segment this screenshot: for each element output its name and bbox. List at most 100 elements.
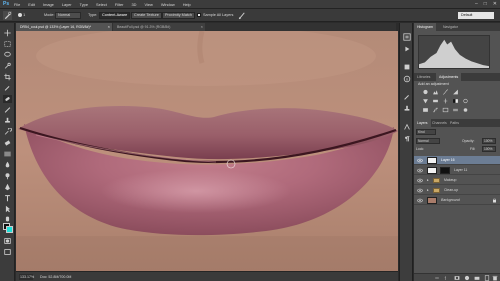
tab-adjustments[interactable]: Adjustments	[436, 73, 462, 81]
history-panel-icon[interactable]	[403, 33, 411, 41]
layer-group-makeup[interactable]: ▸ Makeup	[414, 176, 500, 185]
close-window-button[interactable]: ✕	[493, 1, 497, 8]
eraser-tool[interactable]	[3, 139, 12, 147]
adjustment-layer-icon[interactable]	[464, 275, 470, 281]
new-layer-icon[interactable]	[484, 275, 490, 281]
sample-all-layers-option[interactable]: Sample All Layers	[197, 12, 233, 19]
brush-panel-icon[interactable]	[403, 93, 411, 101]
menu-item-edit[interactable]: Edit	[28, 2, 35, 7]
layer-row-background[interactable]: Background	[414, 196, 500, 205]
zoom-level-field[interactable]: 133.17%	[19, 274, 34, 280]
sample-all-layers-checkbox[interactable]	[197, 13, 201, 17]
tab-libraries[interactable]: Libraries	[414, 73, 433, 81]
tab-document-inactive[interactable]: BeautiFull.psd @ 91.3% (RGB/8#) ×	[113, 23, 205, 31]
levels-icon[interactable]	[432, 89, 439, 95]
document-canvas[interactable]	[16, 31, 398, 271]
background-color-swatch[interactable]	[6, 226, 13, 233]
tab-histogram[interactable]: Histogram	[414, 23, 436, 31]
tab-navigator[interactable]: Navigator	[440, 23, 461, 31]
clone-source-panel-icon[interactable]	[403, 105, 411, 113]
menu-item-image[interactable]: Image	[43, 2, 54, 7]
eye-icon[interactable]	[417, 168, 423, 173]
menu-item-filter[interactable]: Filter	[115, 2, 124, 7]
move-tool[interactable]	[3, 29, 12, 37]
posterize-icon[interactable]	[432, 107, 439, 113]
brush-preset-picker[interactable]: 1	[18, 12, 25, 19]
fill-field[interactable]: 100%	[482, 146, 496, 152]
workspace-dropdown[interactable]: Default	[458, 12, 494, 19]
content-aware-button[interactable]: Content-Aware	[99, 12, 131, 19]
maximize-button[interactable]: □	[484, 1, 487, 8]
invert-icon[interactable]	[422, 107, 429, 113]
menu-item-window[interactable]: Window	[161, 2, 175, 7]
spot-healing-tool[interactable]	[3, 95, 12, 103]
eye-icon[interactable]	[417, 178, 423, 183]
threshold-icon[interactable]	[442, 107, 449, 113]
eye-icon[interactable]	[417, 158, 423, 163]
vibrance-icon[interactable]	[422, 98, 429, 104]
eye-icon[interactable]	[417, 198, 423, 203]
marquee-tool[interactable]	[3, 40, 12, 48]
screen-mode-tool[interactable]	[3, 248, 12, 256]
blend-mode-dropdown[interactable]: Normal	[416, 138, 440, 144]
spot-healing-brush-icon[interactable]	[3, 11, 12, 20]
type-tool[interactable]	[3, 194, 12, 202]
character-panel-icon[interactable]	[403, 123, 411, 131]
path-select-tool[interactable]	[3, 205, 12, 213]
link-layers-icon[interactable]	[434, 275, 440, 281]
brightness-contrast-icon[interactable]	[422, 89, 429, 95]
layer-style-icon[interactable]: f	[444, 275, 450, 281]
quick-select-tool[interactable]	[3, 62, 12, 70]
proximity-match-button[interactable]: Proximity Match	[162, 12, 196, 19]
dodge-tool[interactable]	[3, 172, 12, 180]
menu-item-view[interactable]: View	[144, 2, 152, 7]
properties-panel-icon[interactable]	[403, 63, 411, 71]
eye-icon[interactable]	[417, 188, 423, 193]
layer-group-clean-up[interactable]: ▸ Clean-up	[414, 186, 500, 195]
expand-arrow-icon[interactable]: ▸	[427, 176, 429, 185]
hand-tool[interactable]	[3, 215, 12, 223]
info-panel-icon[interactable]	[403, 75, 411, 83]
new-group-icon[interactable]	[474, 275, 480, 281]
pressure-size-icon[interactable]	[238, 11, 247, 20]
eyedropper-tool[interactable]	[3, 84, 12, 92]
menu-item-type[interactable]: Type	[80, 2, 88, 7]
opacity-field[interactable]: 100%	[482, 138, 496, 144]
document-size-info[interactable]: Doc: 52.8M/700.0M	[40, 274, 71, 280]
add-mask-icon[interactable]	[454, 275, 460, 281]
menu-item-file[interactable]: File	[14, 2, 20, 7]
menu-item-layer[interactable]: Layer	[62, 2, 72, 7]
tab-paths[interactable]: Paths	[447, 119, 462, 127]
mode-dropdown[interactable]: Normal	[55, 12, 81, 19]
create-texture-button[interactable]: Create Texture	[131, 12, 162, 19]
exposure-icon[interactable]	[452, 89, 459, 95]
layer-row-layer-11[interactable]: Layer 11	[414, 166, 500, 175]
quick-mask-tool[interactable]	[3, 237, 12, 245]
photo-filter-icon[interactable]	[462, 98, 469, 104]
hue-saturation-icon[interactable]	[432, 98, 439, 104]
color-balance-icon[interactable]	[442, 98, 449, 104]
gradient-tool[interactable]	[3, 150, 12, 158]
tab-document-active[interactable]: DR54_coul.psd @ 133% (Layer 16, RGB/8#)*…	[16, 23, 112, 31]
paragraph-panel-icon[interactable]	[403, 135, 411, 143]
pen-tool[interactable]	[3, 183, 12, 191]
minimize-button[interactable]: –	[475, 1, 478, 8]
crop-tool[interactable]	[3, 73, 12, 81]
layer-kind-filter[interactable]: Kind	[416, 129, 436, 135]
clone-stamp-tool[interactable]	[3, 117, 12, 125]
history-brush-tool[interactable]	[3, 128, 12, 136]
curves-icon[interactable]	[442, 89, 449, 95]
menu-item-help[interactable]: Help	[183, 2, 191, 7]
trash-icon[interactable]	[492, 275, 498, 281]
blur-tool[interactable]	[3, 161, 12, 169]
expand-arrow-icon[interactable]: ▸	[427, 186, 429, 195]
menu-item-3d[interactable]: 3D	[131, 2, 136, 7]
layer-row-layer-16[interactable]: Layer 16	[414, 156, 500, 165]
lasso-tool[interactable]	[3, 51, 12, 59]
brush-tool[interactable]	[3, 106, 12, 114]
close-tab-icon[interactable]: ×	[108, 23, 110, 31]
close-tab-icon[interactable]: ×	[201, 23, 203, 31]
selective-color-icon[interactable]	[462, 107, 469, 113]
black-white-icon[interactable]	[452, 98, 459, 104]
menu-item-select[interactable]: Select	[96, 2, 107, 7]
